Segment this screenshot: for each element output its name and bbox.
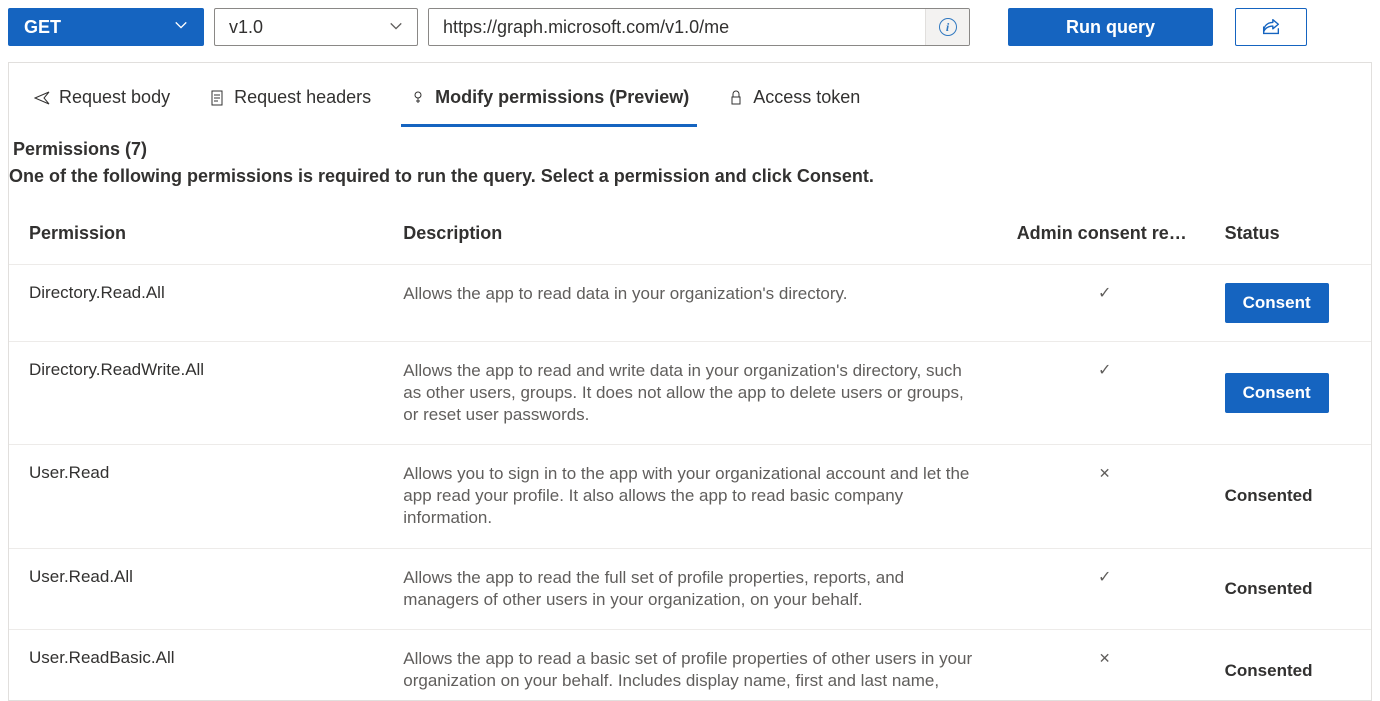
admin-consent-required: ✓ — [997, 265, 1205, 342]
check-icon: ✓ — [1098, 285, 1111, 302]
http-method-value: GET — [24, 17, 61, 38]
info-icon: i — [939, 18, 957, 36]
http-method-select[interactable]: GET — [8, 8, 204, 46]
permission-name: Directory.ReadWrite.All — [9, 342, 383, 445]
table-row: User.Read.AllAllows the app to read the … — [9, 548, 1371, 629]
url-input[interactable] — [429, 9, 925, 45]
tab-label: Modify permissions (Preview) — [435, 87, 689, 108]
tab-label: Request headers — [234, 87, 371, 108]
admin-consent-required: ✕ — [997, 629, 1205, 700]
chevron-down-icon — [389, 19, 403, 36]
permission-description: Allows the app to read a basic set of pr… — [383, 629, 996, 700]
permission-description: Allows the app to read and write data in… — [383, 342, 996, 445]
consent-button[interactable]: Consent — [1225, 373, 1329, 413]
consent-button[interactable]: Consent — [1225, 283, 1329, 323]
check-icon: ✓ — [1098, 569, 1111, 586]
tab-label: Access token — [753, 87, 860, 108]
url-info-button[interactable]: i — [925, 9, 969, 45]
document-icon — [208, 89, 226, 107]
permission-name: User.Read — [9, 445, 383, 548]
admin-consent-required: ✓ — [997, 342, 1205, 445]
api-version-select[interactable]: v1.0 — [214, 8, 418, 46]
permission-name: User.ReadBasic.All — [9, 629, 383, 700]
tab-modify-permissions[interactable]: Modify permissions (Preview) — [407, 73, 691, 126]
permission-status: Consent — [1205, 265, 1371, 342]
permission-status: Consented — [1205, 629, 1371, 700]
permissions-description: One of the following permissions is requ… — [9, 166, 1371, 187]
tab-request-headers[interactable]: Request headers — [206, 73, 373, 126]
admin-consent-required: ✕ — [997, 445, 1205, 548]
col-header-description[interactable]: Description — [383, 211, 996, 265]
permission-description: Allows the app to read data in your orga… — [383, 265, 996, 342]
share-button[interactable] — [1235, 8, 1307, 46]
permission-description: Allows the app to read the full set of p… — [383, 548, 996, 629]
tabs: Request body Request headers Modify perm… — [9, 63, 1371, 127]
admin-consent-required: ✓ — [997, 548, 1205, 629]
table-row: Directory.ReadWrite.AllAllows the app to… — [9, 342, 1371, 445]
permissions-header: Permissions (7) One of the following per… — [9, 127, 1371, 193]
permission-status: Consented — [1205, 445, 1371, 548]
query-bar: GET v1.0 i Run query — [0, 0, 1380, 54]
api-version-value: v1.0 — [229, 17, 263, 38]
x-icon: ✕ — [1099, 650, 1111, 666]
main-panel: Request body Request headers Modify perm… — [8, 62, 1372, 701]
tab-label: Request body — [59, 87, 170, 108]
permission-status: Consented — [1205, 548, 1371, 629]
table-row: Directory.Read.AllAllows the app to read… — [9, 265, 1371, 342]
chevron-down-icon — [174, 18, 188, 37]
permissions-table: Permission Description Admin consent req… — [9, 211, 1371, 700]
url-input-container: i — [428, 8, 970, 46]
table-row: User.ReadAllows you to sign in to the ap… — [9, 445, 1371, 548]
col-header-status[interactable]: Status — [1205, 211, 1371, 265]
permissions-icon — [409, 89, 427, 107]
check-icon: ✓ — [1098, 362, 1111, 379]
col-header-admin[interactable]: Admin consent requir… — [997, 211, 1205, 265]
col-header-permission[interactable]: Permission — [9, 211, 383, 265]
permission-status: Consent — [1205, 342, 1371, 445]
share-icon — [1260, 16, 1282, 38]
tab-request-body[interactable]: Request body — [31, 73, 172, 126]
permission-name: User.Read.All — [9, 548, 383, 629]
permission-name: Directory.Read.All — [9, 265, 383, 342]
lock-icon — [727, 89, 745, 107]
permission-description: Allows you to sign in to the app with yo… — [383, 445, 996, 548]
send-icon — [33, 89, 51, 107]
run-query-button[interactable]: Run query — [1008, 8, 1213, 46]
tab-access-token[interactable]: Access token — [725, 73, 862, 126]
permissions-title: Permissions (7) — [9, 139, 1371, 160]
x-icon: ✕ — [1099, 465, 1111, 481]
table-row: User.ReadBasic.AllAllows the app to read… — [9, 629, 1371, 700]
